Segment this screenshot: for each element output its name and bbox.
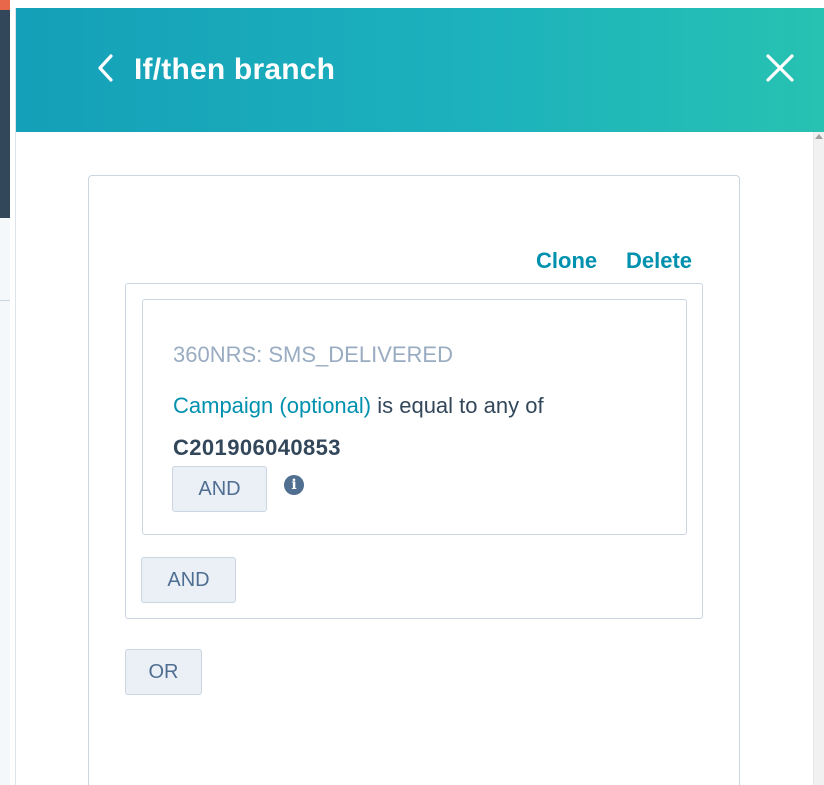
panel-title: If/then branch [134,53,336,86]
condition-card[interactable]: 360NRS: SMS_DELIVERED Campaign (optional… [142,299,687,535]
condition-value: C201906040853 [173,435,341,460]
scroll-up-arrow-icon[interactable] [815,134,823,139]
panel-header: If/then branch [16,8,824,132]
if-then-branch-panel: If/then branch Clone Delete 360NRS: SMS_… [15,8,824,785]
panel-scrollbar[interactable] [813,132,824,785]
back-button[interactable] [90,52,120,88]
close-icon [765,53,795,88]
chevron-left-icon [96,53,114,88]
add-and-group-button[interactable]: AND [141,557,236,603]
add-or-button[interactable]: OR [125,649,202,695]
workflow-page: If/then branch Clone Delete 360NRS: SMS_… [0,0,824,785]
delete-link[interactable]: Delete [626,248,692,274]
clone-link[interactable]: Clone [536,248,597,274]
background-app-canvas [0,218,10,785]
add-and-condition-button[interactable]: AND [172,466,267,512]
background-divider [0,300,10,301]
operator-text: is equal to any of [371,393,544,418]
background-app-accent [0,0,10,10]
info-icon[interactable]: i [284,475,304,495]
property-link[interactable]: Campaign (optional) [173,393,371,418]
event-name: 360NRS: SMS_DELIVERED [173,342,453,367]
top-edge [0,0,824,8]
filter-group: 360NRS: SMS_DELIVERED Campaign (optional… [125,283,703,619]
filter-card: Clone Delete 360NRS: SMS_DELIVERED Campa… [88,175,740,785]
close-button[interactable] [760,50,800,90]
condition-description: Campaign (optional) is equal to any of [173,392,544,420]
background-app-nav [0,10,10,218]
